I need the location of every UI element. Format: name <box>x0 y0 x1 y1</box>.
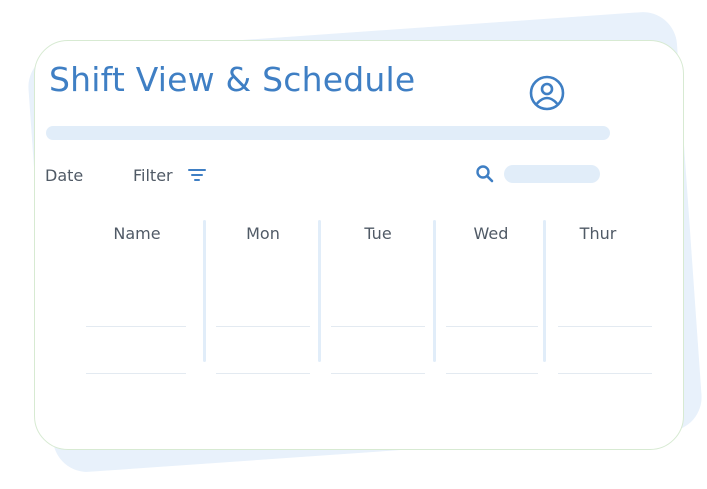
search-input[interactable] <box>504 165 600 183</box>
user-circle-icon[interactable] <box>528 74 566 112</box>
search-icon[interactable] <box>475 164 495 184</box>
column-divider <box>543 220 546 362</box>
column-divider <box>203 220 206 362</box>
column-header-name: Name <box>113 224 161 243</box>
column-header-tue: Tue <box>364 224 392 243</box>
column-divider <box>433 220 436 362</box>
page-title: Shift View & Schedule <box>49 60 416 99</box>
date-filter[interactable]: Date <box>45 166 83 185</box>
table-cell <box>331 373 425 374</box>
table-cell <box>558 373 652 374</box>
column-header-thur: Thur <box>579 224 617 243</box>
title-underline-bar <box>46 126 610 140</box>
table-cell <box>446 326 538 327</box>
table-cell <box>86 326 186 327</box>
column-header-wed: Wed <box>473 224 509 243</box>
column-divider <box>318 220 321 362</box>
table-cell <box>446 373 538 374</box>
table-cell <box>331 326 425 327</box>
table-cell <box>558 326 652 327</box>
filter-lines-icon[interactable] <box>188 167 206 183</box>
table-cell <box>216 326 310 327</box>
column-header-mon: Mon <box>246 224 280 243</box>
table-cell <box>216 373 310 374</box>
schedule-card <box>34 40 684 450</box>
filter-button[interactable]: Filter <box>133 166 173 185</box>
schedule-illustration: Shift View & Schedule Date Filter Name M… <box>0 0 707 489</box>
table-cell <box>86 373 186 374</box>
